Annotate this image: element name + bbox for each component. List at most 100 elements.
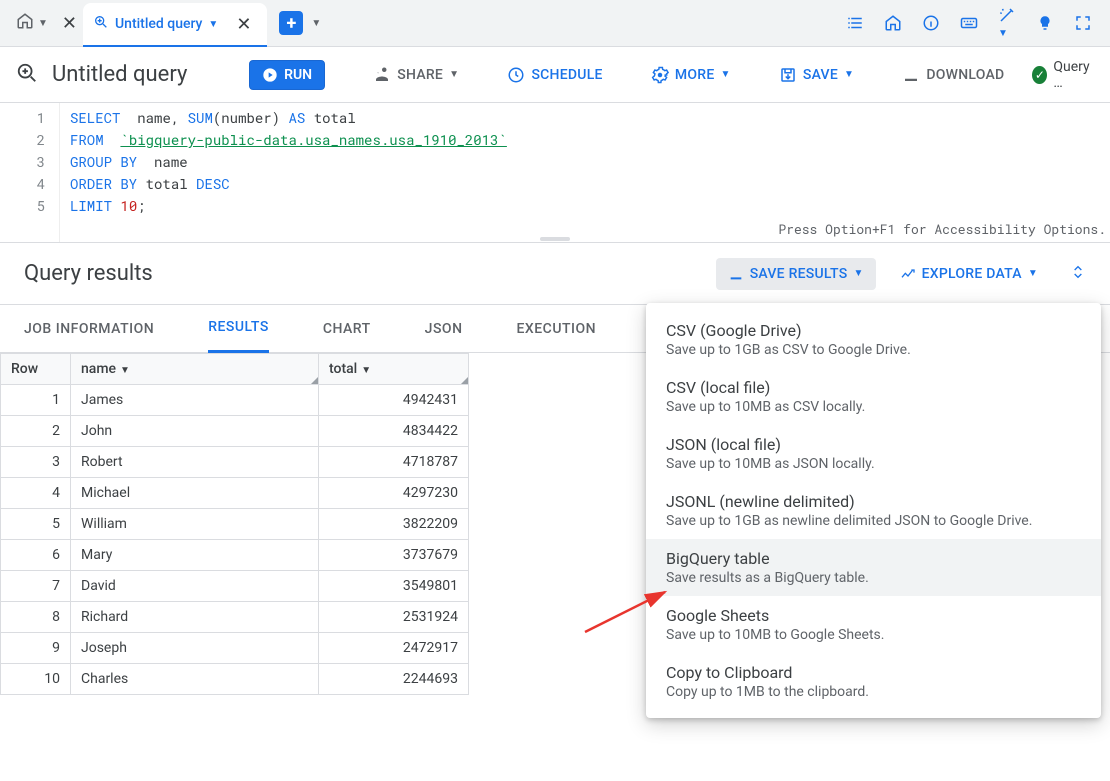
- save-button[interactable]: SAVE ▼: [779, 66, 854, 84]
- cell-name: Richard: [71, 602, 319, 633]
- col-header-name[interactable]: name▼: [71, 354, 319, 385]
- new-tab-button[interactable]: +: [279, 11, 303, 35]
- row-number: 5: [1, 509, 71, 540]
- tab-execution[interactable]: EXECUTION: [517, 321, 597, 337]
- sort-icon: ▼: [361, 365, 371, 376]
- col-header-total[interactable]: total▼: [319, 354, 469, 385]
- tab-results[interactable]: RESULTS: [208, 305, 269, 353]
- lightbulb-icon[interactable]: [1036, 14, 1054, 32]
- cell-name: Robert: [71, 447, 319, 478]
- query-icon: [93, 14, 109, 34]
- row-number: 1: [1, 385, 71, 416]
- cell-name: James: [71, 385, 319, 416]
- info-icon[interactable]: [922, 14, 940, 32]
- menu-item-subtitle: Save results as a BigQuery table.: [666, 570, 1081, 586]
- menu-item[interactable]: Google SheetsSave up to 10MB to Google S…: [646, 596, 1101, 653]
- cell-name: John: [71, 416, 319, 447]
- tab-chart[interactable]: CHART: [323, 321, 371, 337]
- save-results-button[interactable]: SAVE RESULTS ▼: [716, 258, 876, 290]
- row-number: 2: [1, 416, 71, 447]
- query-magnify-icon: [16, 62, 38, 88]
- menu-item[interactable]: BigQuery table Save results as a BigQuery…: [646, 539, 1101, 596]
- fullscreen-icon[interactable]: [1074, 14, 1092, 32]
- menu-item-title: JSON (local file): [666, 435, 1081, 454]
- home-tab[interactable]: ▼: [8, 12, 56, 34]
- menu-item-title: JSONL (newline delimited): [666, 492, 1081, 511]
- save-results-menu: CSV (Google Drive)Save up to 1GB as CSV …: [646, 303, 1101, 718]
- row-number: 10: [1, 664, 71, 695]
- query-tab[interactable]: Untitled query ▼ ✕: [83, 3, 267, 47]
- chevron-down-icon: ▼: [38, 18, 48, 29]
- explore-data-button[interactable]: EXPLORE DATA ▼: [888, 258, 1050, 290]
- cell-name: Mary: [71, 540, 319, 571]
- run-label: RUN: [284, 67, 312, 83]
- menu-item-subtitle: Save up to 10MB to Google Sheets.: [666, 627, 1081, 643]
- menu-item[interactable]: JSON (local file) Save up to 10MB as JSON…: [646, 425, 1101, 482]
- cell-total: 2531924: [319, 602, 469, 633]
- query-header: Untitled query RUN SHARE ▼ SCHEDULE MORE…: [0, 47, 1110, 103]
- toolbar-icons: ▼: [846, 6, 1102, 40]
- cell-total: 4718787: [319, 447, 469, 478]
- row-number: 7: [1, 571, 71, 602]
- table-row[interactable]: 9Joseph2472917: [1, 633, 469, 664]
- share-button[interactable]: SHARE ▼: [373, 66, 459, 84]
- menu-item[interactable]: CSV (Google Drive)Save up to 1GB as CSV …: [646, 311, 1101, 368]
- accessibility-hint: Press Option+F1 for Accessibility Option…: [778, 218, 1106, 240]
- cell-total: 3549801: [319, 571, 469, 602]
- tab-json[interactable]: JSON: [425, 321, 463, 337]
- code-content[interactable]: SELECT name, SUM(number) AS total FROM `…: [60, 103, 517, 242]
- download-button[interactable]: DOWNLOAD: [902, 66, 1004, 84]
- cell-total: 3822209: [319, 509, 469, 540]
- menu-item[interactable]: JSONL (newline delimited)Save up to 1GB …: [646, 482, 1101, 539]
- check-icon: ✓: [1032, 66, 1047, 84]
- table-row[interactable]: 7David3549801: [1, 571, 469, 602]
- list-icon[interactable]: [846, 14, 864, 32]
- query-status: ✓ Query …: [1032, 59, 1094, 91]
- table-row[interactable]: 8Richard2531924: [1, 602, 469, 633]
- tab-bar: ▼ ✕ Untitled query ▼ ✕ + ▼ ▼: [0, 0, 1110, 47]
- menu-item-subtitle: Save up to 10MB as JSON locally.: [666, 456, 1081, 472]
- magic-wand-icon[interactable]: ▼: [998, 6, 1016, 40]
- query-title: Untitled query: [52, 62, 187, 87]
- menu-item-subtitle: Copy up to 1MB to the clipboard.: [666, 684, 1081, 700]
- close-home-tab[interactable]: ✕: [56, 13, 83, 34]
- chevron-down-icon: ▼: [853, 268, 863, 279]
- sql-editor[interactable]: 1 2 3 4 5 SELECT name, SUM(number) AS to…: [0, 103, 1110, 243]
- row-number: 4: [1, 478, 71, 509]
- cell-name: Charles: [71, 664, 319, 695]
- cell-name: Michael: [71, 478, 319, 509]
- table-row[interactable]: 1James4942431: [1, 385, 469, 416]
- table-row[interactable]: 3Robert4718787: [1, 447, 469, 478]
- resize-handle[interactable]: [540, 237, 570, 241]
- home-icon: [16, 12, 34, 34]
- keyboard-icon[interactable]: [960, 14, 978, 32]
- row-number: 3: [1, 447, 71, 478]
- collapse-icon[interactable]: [1070, 264, 1086, 284]
- menu-item-title: BigQuery table: [666, 549, 1081, 568]
- tab-job-info[interactable]: JOB INFORMATION: [24, 321, 154, 337]
- chevron-down-icon[interactable]: ▼: [311, 18, 321, 29]
- table-row[interactable]: 2John4834422: [1, 416, 469, 447]
- table-row[interactable]: 5William3822209: [1, 509, 469, 540]
- chevron-down-icon: ▼: [844, 69, 854, 80]
- menu-item[interactable]: CSV (local file)Save up to 10MB as CSV l…: [646, 368, 1101, 425]
- home-icon[interactable]: [884, 14, 902, 32]
- row-number: 6: [1, 540, 71, 571]
- col-header-row[interactable]: Row: [1, 354, 71, 385]
- schedule-button[interactable]: SCHEDULE: [507, 66, 602, 84]
- chevron-down-icon: ▼: [720, 69, 730, 80]
- menu-item[interactable]: Copy to ClipboardCopy up to 1MB to the c…: [646, 653, 1101, 710]
- table-row[interactable]: 6Mary3737679: [1, 540, 469, 571]
- chevron-down-icon[interactable]: ▼: [208, 19, 218, 30]
- close-tab-icon[interactable]: ✕: [230, 14, 257, 35]
- cell-total: 4834422: [319, 416, 469, 447]
- table-row[interactable]: 10Charles2244693: [1, 664, 469, 695]
- cell-total: 4942431: [319, 385, 469, 416]
- cell-name: Joseph: [71, 633, 319, 664]
- table-row[interactable]: 4Michael4297230: [1, 478, 469, 509]
- menu-item-subtitle: Save up to 1GB as CSV to Google Drive.: [666, 342, 1081, 358]
- run-button[interactable]: RUN: [249, 60, 325, 90]
- menu-item-title: CSV (local file): [666, 378, 1081, 397]
- more-button[interactable]: MORE ▼: [651, 66, 731, 84]
- cell-total: 4297230: [319, 478, 469, 509]
